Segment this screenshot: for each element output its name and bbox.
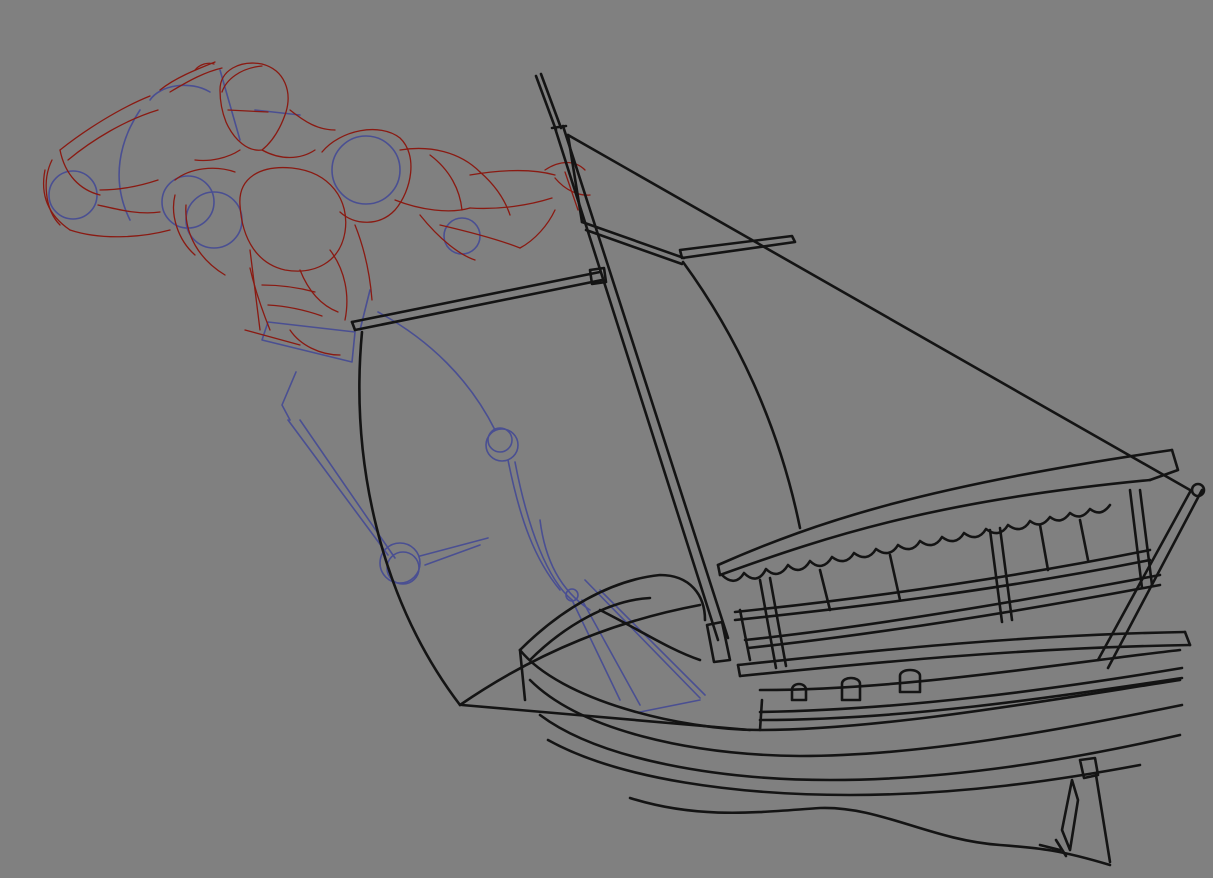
sketch-artwork bbox=[42, 61, 1206, 867]
ship-line-art bbox=[350, 72, 1206, 867]
blue-construction-sketch bbox=[48, 69, 706, 713]
drawing-canvas[interactable] bbox=[0, 0, 1213, 878]
